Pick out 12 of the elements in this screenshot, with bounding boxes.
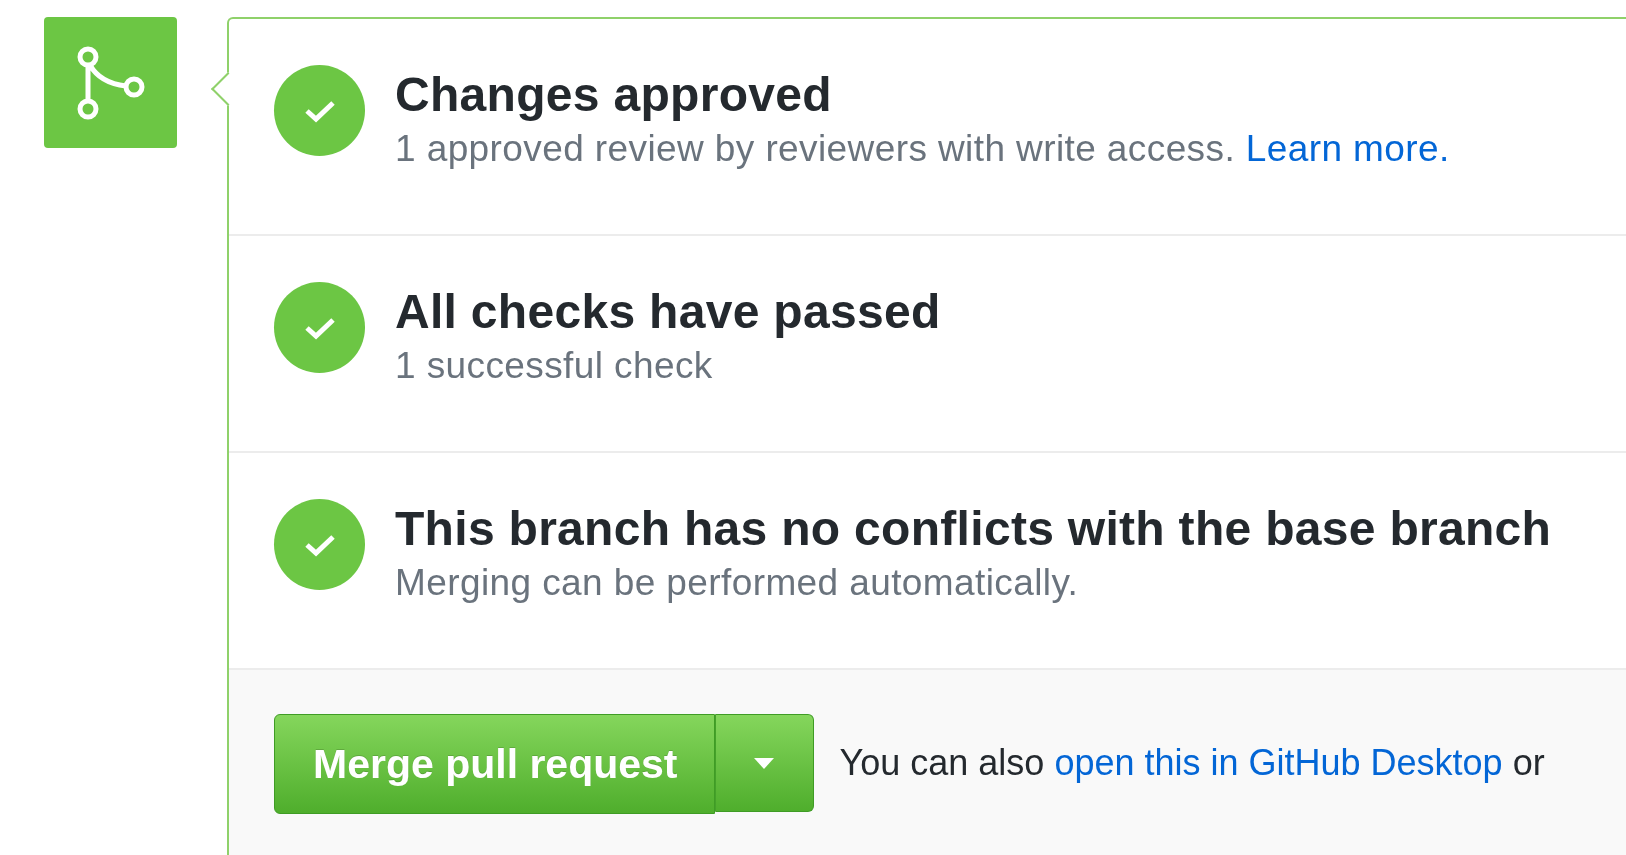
github-desktop-link[interactable]: open this in GitHub Desktop [1054,742,1503,783]
merge-options-button[interactable] [714,714,814,812]
check-title: Changes approved [395,67,833,122]
merge-icon [75,44,146,121]
check-description: 1 approved review by reviewers with write access. Learn more. [395,128,1450,170]
caret-icon [754,757,774,769]
check-description: 1 successful check [395,345,714,387]
check-title: All checks have passed [395,284,941,339]
check-description: Merging can be performed automatically. [395,562,1080,604]
learn-more-link[interactable]: Learn more. [1245,128,1450,169]
desktop-hint: You can also open this in GitHub Desktop or [839,742,1545,784]
check-title: This branch has no conflicts with the base branch [395,501,1552,556]
